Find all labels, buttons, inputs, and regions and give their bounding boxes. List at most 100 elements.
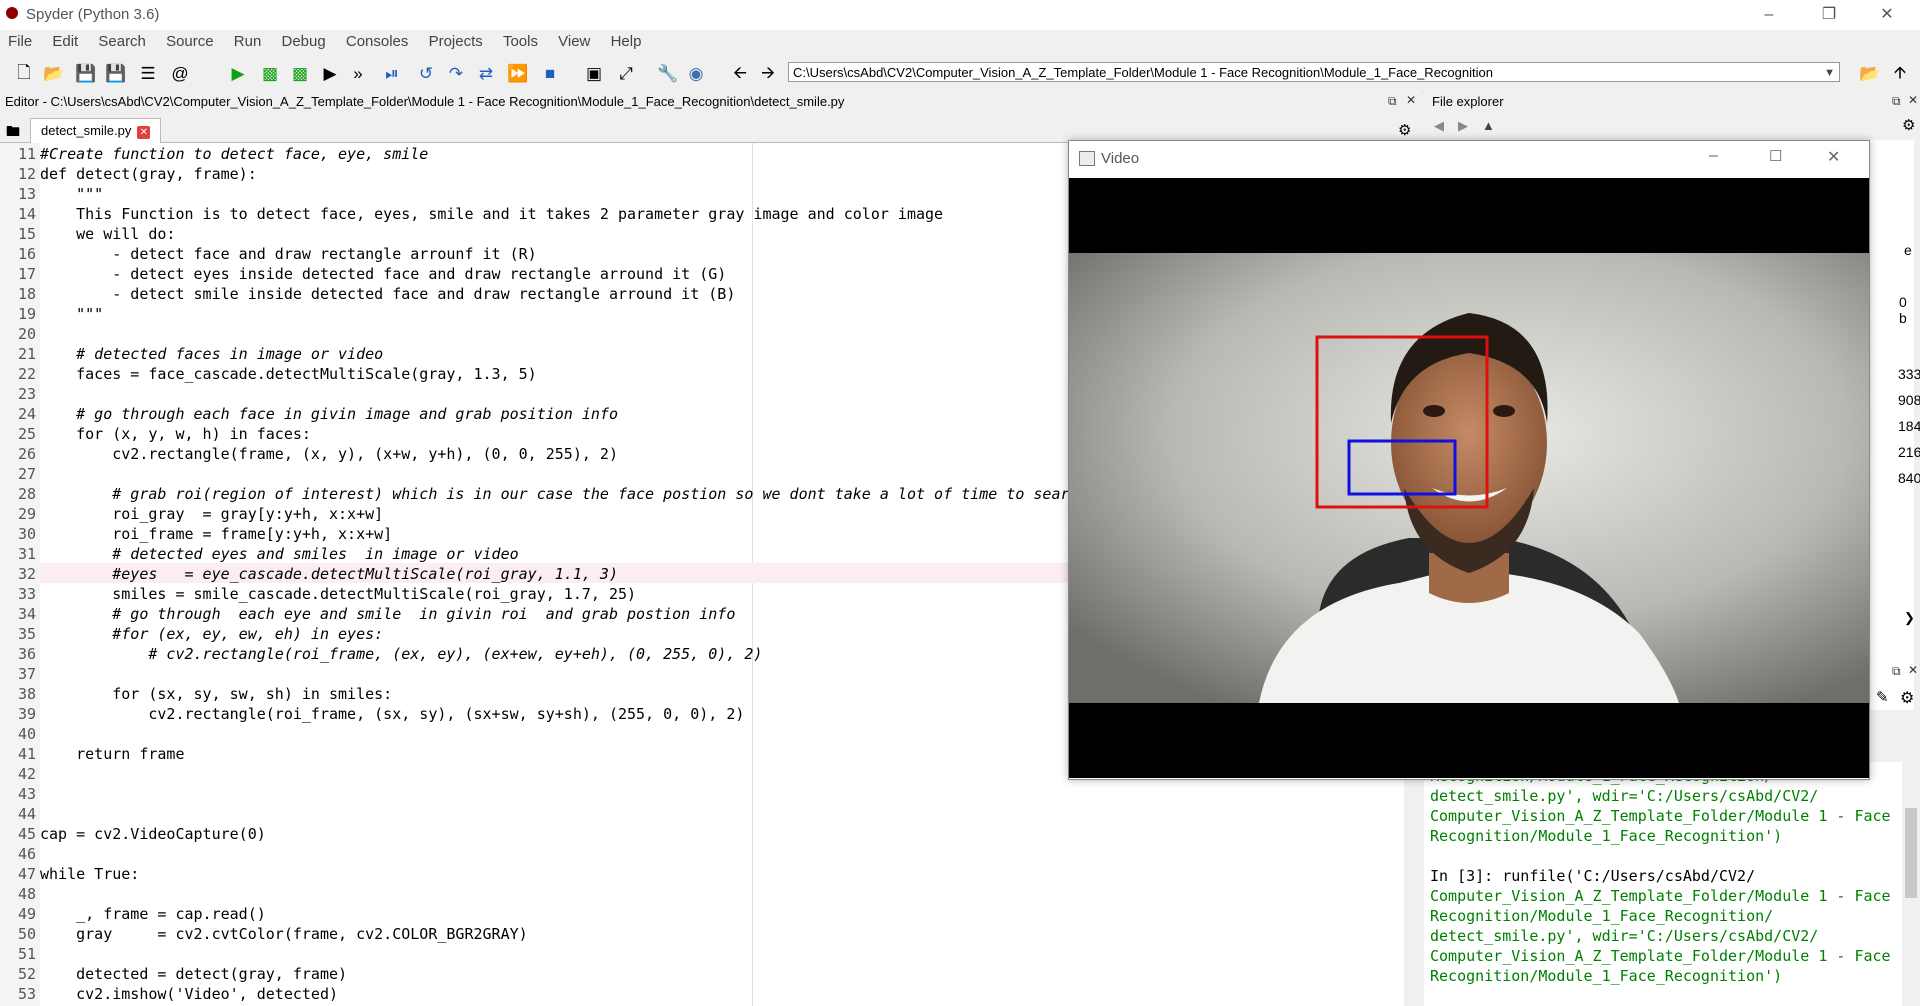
line-number: 39 xyxy=(17,705,36,723)
scroll-right-icon[interactable]: ❯ xyxy=(1904,610,1915,626)
run-cell-icon[interactable]: ▩ xyxy=(258,63,282,85)
file-size: 840 xyxy=(1898,470,1920,486)
line-number: 21 xyxy=(17,345,36,363)
code-text: """ xyxy=(40,305,104,323)
gear-icon[interactable]: ⚙ xyxy=(1900,688,1914,708)
clear-console-icon[interactable]: ✎ xyxy=(1876,688,1889,706)
code-text: # go through each face in givin image an… xyxy=(40,405,618,423)
forward-icon[interactable]: ▶ xyxy=(1458,118,1468,134)
line-number: 37 xyxy=(17,665,36,683)
file-size: 184 xyxy=(1898,418,1920,434)
code-text: roi_gray = gray[y:y+h, x:x+w] xyxy=(40,505,384,523)
step-return-icon[interactable]: ⇄ xyxy=(474,63,498,85)
restore-button[interactable]: ❐ xyxy=(1806,0,1852,30)
fullscreen-icon[interactable]: ⤢ xyxy=(614,63,638,85)
continue-icon[interactable]: ⏩ xyxy=(506,63,530,85)
line-number: 17 xyxy=(17,265,36,283)
close-window-button[interactable]: ✕ xyxy=(1827,147,1840,167)
parent-directory-icon[interactable]: 🡩 xyxy=(1888,63,1912,85)
undock-icon[interactable]: ⧉ xyxy=(1892,664,1901,679)
file-size: 216 xyxy=(1898,444,1920,460)
webcam-image xyxy=(1069,253,1869,703)
maximize-pane-icon[interactable]: ▣ xyxy=(582,63,606,85)
line-number: 36 xyxy=(17,645,36,663)
ipython-console[interactable]: Computer_Vision_A_Z_Template_Folder/Modu… xyxy=(1424,762,1902,1006)
more-toolbar-icon[interactable]: » xyxy=(346,63,370,85)
forward-arrow-icon[interactable]: 🡪 xyxy=(756,63,780,85)
line-number: 26 xyxy=(17,445,36,463)
new-file-icon[interactable]: 🗋 xyxy=(12,63,36,85)
line-number: 24 xyxy=(17,405,36,423)
console-scrollbar[interactable] xyxy=(1902,720,1920,1006)
chevron-down-icon[interactable]: ▼ xyxy=(1824,63,1835,83)
undock-icon[interactable]: ⧉ xyxy=(1892,94,1901,109)
code-line: 48 xyxy=(0,884,1400,904)
menu-file[interactable]: File xyxy=(0,30,40,50)
file-size: 0 b xyxy=(1899,294,1907,326)
minimize-button[interactable]: – xyxy=(1746,0,1792,30)
menu-search[interactable]: Search xyxy=(90,30,154,50)
menu-source[interactable]: Source xyxy=(158,30,222,50)
up-icon[interactable]: ▲ xyxy=(1482,118,1495,133)
debug-icon[interactable]: ⏯ xyxy=(380,63,404,85)
menu-view[interactable]: View xyxy=(550,30,598,50)
save-icon[interactable]: 💾 xyxy=(74,63,98,85)
menu-projects[interactable]: Projects xyxy=(421,30,491,50)
back-arrow-icon[interactable]: 🡨 xyxy=(728,63,752,85)
code-text: smiles = smile_cascade.detectMultiScale(… xyxy=(40,585,637,603)
close-pane-icon[interactable]: ✕ xyxy=(1908,93,1918,107)
menu-edit[interactable]: Edit xyxy=(44,30,86,50)
tab-detect-smile[interactable]: detect_smile.py ✕ xyxy=(30,118,162,143)
minimize-button[interactable]: – xyxy=(1709,147,1718,165)
maximize-button[interactable]: ☐ xyxy=(1769,147,1782,165)
menu-tools[interactable]: Tools xyxy=(495,30,546,50)
preferences-icon[interactable]: 🔧 xyxy=(656,63,680,85)
video-window[interactable]: Video – ☐ ✕ xyxy=(1068,140,1870,780)
working-directory-input[interactable]: C:\Users\csAbd\CV2\Computer_Vision_A_Z_T… xyxy=(788,62,1840,82)
stop-debug-icon[interactable]: ■ xyxy=(538,63,562,85)
line-number: 40 xyxy=(17,725,36,743)
browse-directory-icon[interactable]: 📂 xyxy=(1858,63,1882,85)
menu-help[interactable]: Help xyxy=(603,30,650,50)
close-pane-icon[interactable]: ✕ xyxy=(1406,93,1416,107)
list-icon[interactable]: ☰ xyxy=(136,63,160,85)
close-tab-icon[interactable]: ✕ xyxy=(137,126,151,139)
window-icon xyxy=(1079,151,1095,166)
console-line: Recognition/Module_1_Face_Recognition') xyxy=(1430,827,1783,845)
file-size: e xyxy=(1904,242,1912,258)
menu-run[interactable]: Run xyxy=(226,30,270,50)
close-window-button[interactable]: ✕ xyxy=(1864,0,1910,30)
code-text: # detected faces in image or video xyxy=(40,345,384,363)
gear-icon[interactable]: ⚙ xyxy=(1902,116,1915,134)
close-pane-icon[interactable]: ✕ xyxy=(1908,663,1918,677)
line-number: 15 xyxy=(17,225,36,243)
editor-path: Editor - C:\Users\csAbd\CV2\Computer_Vis… xyxy=(5,94,845,109)
line-number: 31 xyxy=(17,545,36,563)
code-line: 44 xyxy=(0,804,1400,824)
code-text: - detect smile inside detected face and … xyxy=(40,285,736,303)
browse-tabs-icon[interactable]: 🖿 xyxy=(6,121,20,145)
code-text: #Create function to detect face, eye, sm… xyxy=(40,145,429,163)
menu-debug[interactable]: Debug xyxy=(273,30,333,50)
at-icon[interactable]: @ xyxy=(168,63,192,85)
code-line: 47 while True: xyxy=(0,864,1400,884)
gear-icon[interactable]: ⚙ xyxy=(1398,121,1411,139)
console-line: Computer_Vision_A_Z_Template_Folder/Modu… xyxy=(1430,947,1891,965)
menu-consoles[interactable]: Consoles xyxy=(338,30,417,50)
run-cell-advance-icon[interactable]: ▩ xyxy=(288,63,312,85)
back-icon[interactable]: ◀ xyxy=(1434,118,1444,134)
line-number: 46 xyxy=(17,845,36,863)
python-path-icon[interactable]: ◉ xyxy=(684,63,708,85)
console-line: Computer_Vision_A_Z_Template_Folder/Modu… xyxy=(1430,887,1891,905)
run-icon[interactable]: ▶ xyxy=(226,63,250,85)
line-number: 41 xyxy=(17,745,36,763)
code-text: cv2.imshow('Video', detected) xyxy=(40,985,339,1003)
save-all-icon[interactable]: 💾 xyxy=(104,63,128,85)
step-into-icon[interactable]: ↷ xyxy=(444,63,468,85)
run-selection-icon[interactable]: ▶ xyxy=(318,63,342,85)
undock-icon[interactable]: ⧉ xyxy=(1388,94,1397,109)
step-icon[interactable]: ↺ xyxy=(414,63,438,85)
file-explorer-title: File explorer xyxy=(1432,94,1504,109)
open-file-icon[interactable]: 📂 xyxy=(42,63,66,85)
